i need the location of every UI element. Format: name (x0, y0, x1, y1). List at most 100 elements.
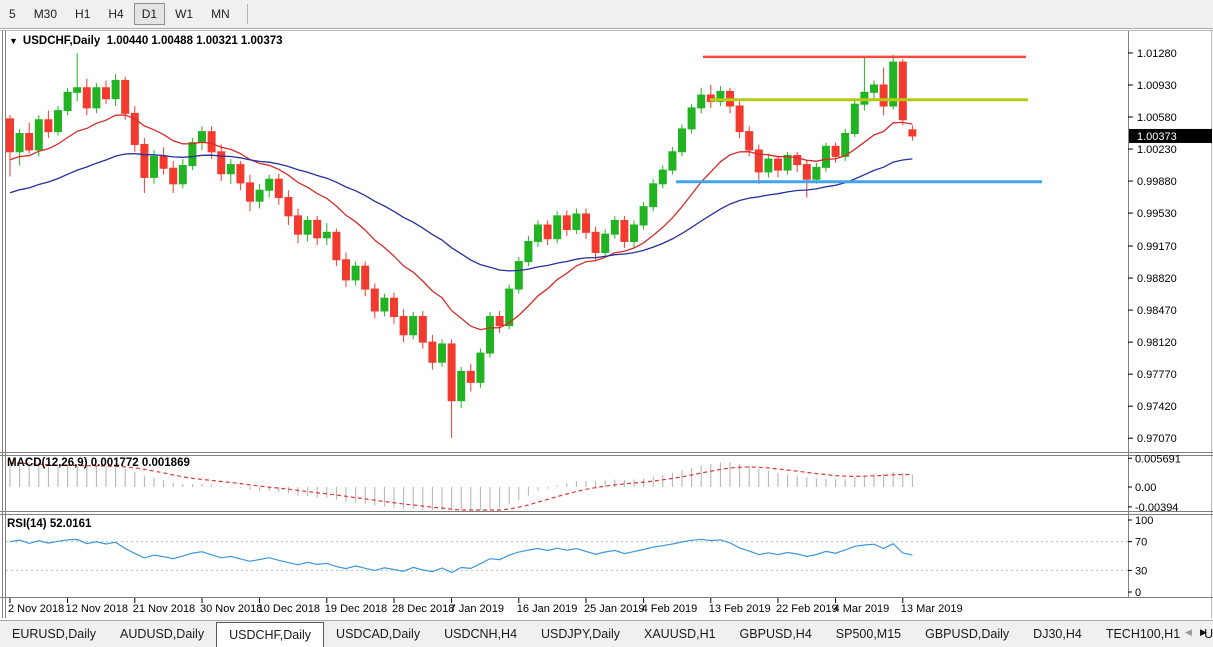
candle-body (150, 155, 158, 178)
candle-body (409, 315, 418, 336)
candle-body (582, 213, 590, 233)
chart-tab-usdcnh-h4[interactable]: USDCNH,H4 (432, 621, 529, 647)
candle-body (121, 79, 130, 114)
rsi-scale-label: 30 (1135, 565, 1147, 577)
chart-tab-eurusd-daily[interactable]: EURUSD,Daily (0, 621, 108, 647)
candle-body (140, 143, 149, 178)
candle-body (457, 370, 466, 402)
candle-body (831, 145, 840, 157)
candle-body (870, 84, 878, 93)
price-tick-label: 0.98470 (1137, 305, 1177, 317)
chart-tab-sp500-m15[interactable]: SP500,M15 (824, 621, 913, 647)
candle-body (198, 131, 206, 144)
candle-body (236, 164, 245, 184)
candle-body (562, 215, 571, 231)
timeframe-button-h1[interactable]: H1 (67, 3, 98, 25)
price-tick-label: 0.97420 (1137, 401, 1177, 413)
current-price-label: 1.00373 (1137, 131, 1177, 143)
time-tick-label: 19 Dec 2018 (325, 603, 387, 615)
candle-body (601, 233, 610, 253)
candle-body (418, 315, 427, 343)
candle-body (774, 158, 782, 171)
tab-scroll-right-icon[interactable]: ▶ (1196, 622, 1211, 642)
candle-body (658, 169, 667, 185)
candle-body (399, 315, 408, 336)
price-tick-label: 1.00580 (1137, 112, 1177, 124)
price-tick-label: 0.97770 (1137, 369, 1177, 381)
chart-tab-audusd-daily[interactable]: AUDUSD,Daily (108, 621, 216, 647)
candle-body (697, 94, 706, 109)
time-tick-label: 22 Feb 2019 (776, 603, 838, 615)
time-tick-label: 13 Feb 2019 (709, 603, 771, 615)
candle-body (255, 189, 264, 202)
timeframe-button-d1[interactable]: D1 (133, 3, 166, 25)
candle-body (438, 343, 446, 363)
chart-title: ▼ USDCHF,Daily 1.00440 1.00488 1.00321 1.… (9, 35, 283, 47)
timeframe-button-h4[interactable]: H4 (100, 3, 131, 25)
chart-tab-gbpusd-h4[interactable]: GBPUSD,H4 (728, 621, 824, 647)
candle-body (514, 261, 523, 290)
macd-current-values: 0.001772 0.001869 (90, 457, 190, 469)
candle-body (735, 105, 744, 133)
candle-body (649, 183, 658, 208)
candle-body (332, 231, 341, 261)
macd-scale-label: 0.005691 (1135, 453, 1181, 465)
candle-body (246, 182, 254, 202)
candle-body (207, 131, 216, 153)
candle-body (850, 103, 859, 134)
chart-tab-tech100-h1[interactable]: TECH100,H1 (1094, 621, 1192, 647)
candle-body (745, 131, 754, 151)
candle-body (370, 288, 379, 312)
candle-body (82, 87, 91, 109)
chart-tab-gbpusd-daily[interactable]: GBPUSD,Daily (913, 621, 1021, 647)
price-tick-label: 0.99170 (1137, 241, 1177, 253)
timeframe-button-w1[interactable]: W1 (167, 3, 201, 25)
macd-scale-label: -0.00394 (1135, 502, 1178, 514)
tab-scroll-left-icon[interactable]: ◀ (1181, 622, 1196, 642)
candle-body (15, 132, 24, 153)
rsi-name: RSI(14) (7, 518, 47, 530)
price-tick-label: 0.98820 (1137, 273, 1177, 285)
candle-body (572, 213, 581, 231)
candle-body (25, 132, 34, 151)
candle-body (822, 145, 830, 168)
rsi-scale-label: 100 (1135, 515, 1153, 527)
timeframe-button-5[interactable]: 5 (1, 3, 24, 25)
candle-body (466, 370, 475, 383)
chart-ohlc-values: 1.00440 1.00488 1.00321 1.00373 (106, 35, 283, 47)
toolbar-separator (246, 4, 248, 24)
candle-body (63, 91, 72, 112)
macd-scale-label: 0.00 (1135, 482, 1156, 494)
candle-body (630, 224, 638, 242)
timeframe-button-m30[interactable]: M30 (26, 3, 65, 25)
chart-tab-usdjpy-daily[interactable]: USDJPY,Daily (529, 621, 632, 647)
time-tick-label: 16 Jan 2019 (517, 603, 578, 615)
time-tick-label: 25 Jan 2019 (584, 603, 645, 615)
candle-body (188, 142, 197, 167)
chart-tab-xauusd-h1[interactable]: XAUUSD,H1 (632, 621, 728, 647)
chart-tab-bar: EURUSD,Daily AUDUSD,Daily USDCHF,Daily USDC… (0, 620, 1213, 647)
timeframe-toolbar: 5 M30 H1 H4 D1 W1 MN (0, 0, 1213, 29)
price-tick-label: 0.99880 (1137, 176, 1177, 188)
rsi-indicator-label: RSI(14) 52.0161 (7, 518, 91, 530)
candle-body (687, 107, 696, 130)
chart-tab-usdcad-daily[interactable]: USDCAD,Daily (324, 621, 432, 647)
chart-canvas[interactable]: 1.01280 1.00930 1.00580 1.00230 0.99880 0.995… (0, 29, 1213, 620)
macd-name: MACD(12,26,9) (7, 457, 88, 469)
timeframe-button-mn[interactable]: MN (203, 3, 238, 25)
candle-body (447, 343, 456, 402)
candle-body (860, 91, 869, 105)
candle-body (73, 87, 82, 93)
time-tick-label: 2 Nov 2018 (8, 603, 64, 615)
candle-body (342, 259, 350, 281)
candle-body (159, 155, 168, 169)
trading-terminal-window: 5 M30 H1 H4 D1 W1 MN 1.01280 1.00930 1.00580 1.00… (0, 0, 1213, 647)
price-tick-label: 1.00930 (1137, 80, 1177, 92)
chart-tab-usdchf-daily[interactable]: USDCHF,Daily (216, 622, 325, 647)
candle-body (591, 231, 600, 253)
ohlc-dropdown-icon[interactable]: ▼ (9, 36, 18, 46)
chart-tab-dj30-h4[interactable]: DJ30,H4 (1021, 621, 1094, 647)
main-chart-plot-area[interactable] (6, 31, 1128, 451)
rsi-scale-label: 0 (1135, 587, 1141, 599)
candle-body (802, 164, 811, 180)
